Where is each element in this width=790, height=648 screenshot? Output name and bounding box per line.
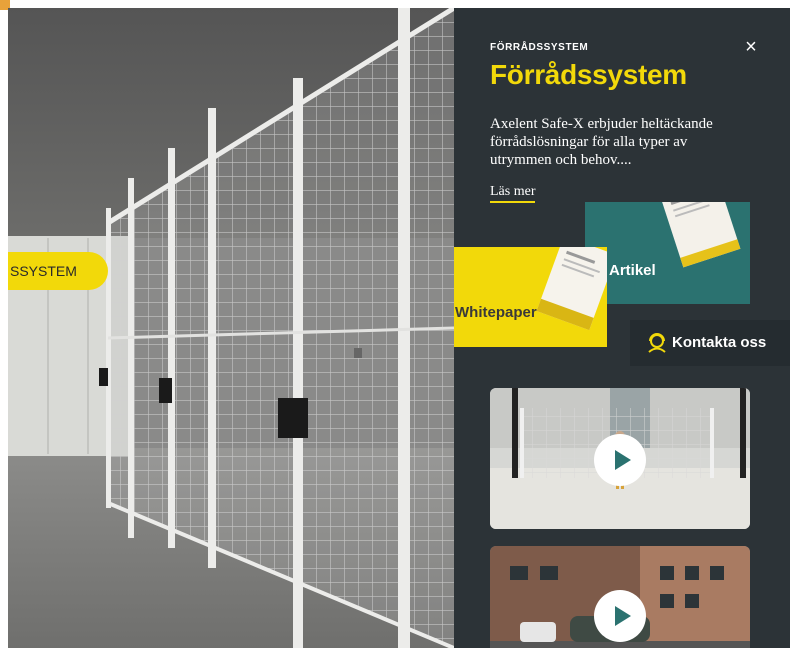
info-panel: FÖRRÅDSSYSTEM Förrådssystem × Axelent Sa…: [454, 8, 790, 648]
whitepaper-card-label: Whitepaper: [455, 304, 537, 321]
close-icon[interactable]: ×: [742, 37, 760, 57]
play-icon[interactable]: [594, 434, 646, 486]
article-card-label: Artikel: [609, 262, 656, 279]
panel-title: Förrådssystem: [490, 59, 687, 90]
contact-button[interactable]: Kontakta oss: [630, 320, 790, 366]
contact-label: Kontakta oss: [672, 334, 767, 351]
storage-cage-3d-view[interactable]: SSYSTEM: [8, 8, 454, 648]
cage-scene-graphic: [8, 8, 454, 648]
video-thumbnail-1[interactable]: [490, 388, 750, 529]
section-hotspot-label[interactable]: SSYSTEM: [8, 252, 108, 290]
document-icon: [658, 202, 741, 268]
whitepaper-document-icon: [536, 247, 607, 331]
video-thumbnail-2[interactable]: [490, 546, 750, 648]
section-hotspot-text: SSYSTEM: [10, 263, 77, 279]
article-card[interactable]: Artikel: [585, 202, 750, 304]
panel-description: Axelent Safe-X erbjuder heltäckande förr…: [490, 116, 713, 168]
play-icon[interactable]: [594, 590, 646, 642]
panel-eyebrow: FÖRRÅDSSYSTEM: [490, 42, 589, 53]
headset-icon: [648, 333, 666, 353]
read-more-link[interactable]: Läs mer: [490, 184, 536, 203]
whitepaper-card[interactable]: Whitepaper: [454, 247, 607, 347]
